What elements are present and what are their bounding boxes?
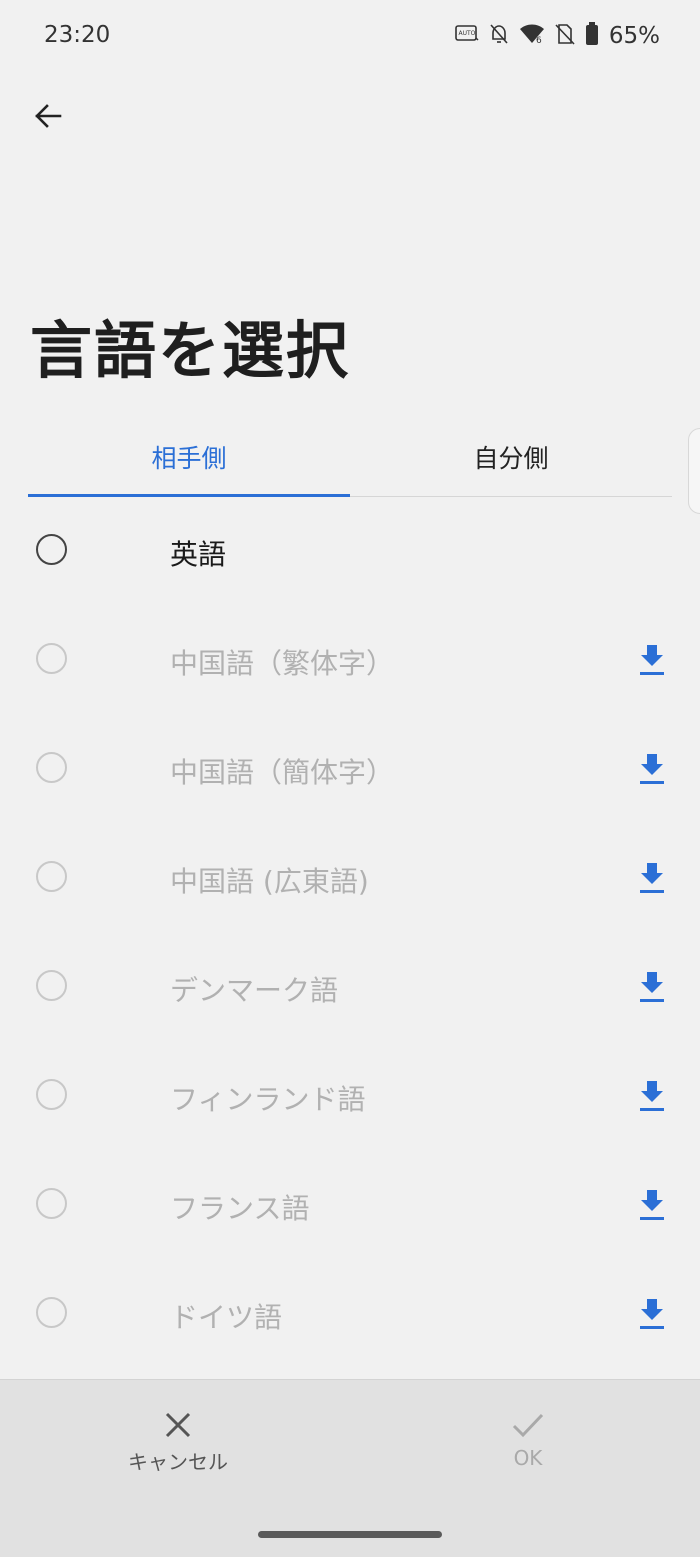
language-row-danish[interactable]: デンマーク語	[0, 933, 700, 1042]
tab-bar: 相手側 自分側	[28, 420, 672, 497]
language-label: 中国語（繁体字）	[170, 647, 395, 680]
download-icon[interactable]	[638, 861, 666, 895]
home-indicator[interactable]	[258, 1531, 442, 1538]
language-label: 英語	[170, 538, 227, 571]
language-row-finnish[interactable]: フィンランド語	[0, 1042, 700, 1151]
language-radio[interactable]	[36, 970, 67, 1001]
download-icon[interactable]	[638, 1079, 666, 1113]
language-row-english[interactable]: 英語	[0, 497, 700, 606]
status-icons: AUTO 6 65%	[455, 22, 660, 50]
language-label: フィンランド語	[170, 1083, 366, 1116]
check-icon	[512, 1413, 544, 1438]
tab-my-side-label: 自分側	[473, 444, 549, 473]
language-radio[interactable]	[36, 1297, 67, 1328]
language-label: ドイツ語	[170, 1301, 283, 1334]
download-icon[interactable]	[638, 643, 666, 677]
language-label: デンマーク語	[170, 974, 339, 1007]
status-bar: 23:20 AUTO 6 65%	[0, 0, 700, 76]
auto-hz-icon: AUTO	[455, 24, 479, 48]
language-radio[interactable]	[36, 1079, 67, 1110]
language-row-french[interactable]: フランス語	[0, 1151, 700, 1260]
language-label: 中国語（簡体字）	[170, 756, 395, 789]
download-icon[interactable]	[638, 1188, 666, 1222]
ok-button-label: OK	[513, 1446, 543, 1470]
battery-percent: 65%	[608, 23, 660, 49]
battery-icon	[585, 22, 599, 50]
svg-text:6: 6	[536, 36, 542, 45]
language-row-german[interactable]: ドイツ語	[0, 1260, 700, 1369]
language-label: フランス語	[170, 1192, 310, 1225]
ok-button[interactable]: OK	[428, 1410, 628, 1490]
download-icon[interactable]	[638, 1297, 666, 1331]
language-label: 中国語 (広東語)	[170, 865, 369, 898]
no-sim-icon	[555, 23, 575, 49]
language-radio[interactable]	[36, 534, 67, 565]
language-radio[interactable]	[36, 752, 67, 783]
language-radio[interactable]	[36, 643, 67, 674]
back-arrow-icon	[35, 104, 62, 128]
bell-off-icon	[489, 23, 509, 49]
language-radio[interactable]	[36, 1188, 67, 1219]
download-icon[interactable]	[638, 752, 666, 786]
close-icon	[165, 1412, 191, 1438]
back-button[interactable]	[28, 96, 68, 136]
tab-my-side[interactable]: 自分側	[350, 420, 672, 494]
svg-text:AUTO: AUTO	[458, 30, 475, 37]
language-list: 英語 中国語（繁体字） 中国語（簡体字） 中国語 (広東語) デンマーク語 フィ…	[0, 497, 700, 1369]
language-row-cantonese[interactable]: 中国語 (広東語)	[0, 824, 700, 933]
tab-partner-side[interactable]: 相手側	[28, 420, 350, 494]
cancel-button-label: キャンセル	[128, 1450, 228, 1474]
language-radio[interactable]	[36, 861, 67, 892]
cancel-button[interactable]: キャンセル	[78, 1410, 278, 1490]
language-row-chinese-traditional[interactable]: 中国語（繁体字）	[0, 606, 700, 715]
tab-partner-side-label: 相手側	[151, 444, 227, 473]
language-row-chinese-simplified[interactable]: 中国語（簡体字）	[0, 715, 700, 824]
wifi-icon: 6	[519, 23, 545, 49]
download-icon[interactable]	[638, 970, 666, 1004]
page-title: 言語を選択	[30, 314, 351, 387]
status-time: 23:20	[44, 22, 111, 48]
